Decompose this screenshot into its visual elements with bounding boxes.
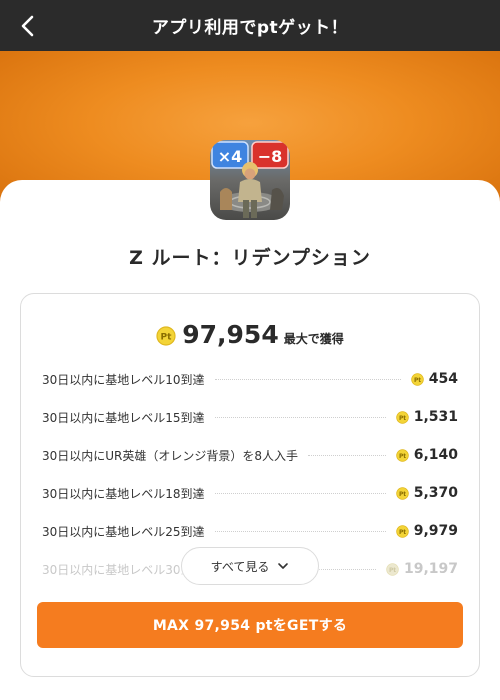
pt-coin-icon: Pt bbox=[386, 562, 399, 576]
pt-coin-icon: Pt bbox=[411, 372, 424, 386]
task-label: 30日以内に基地レベル15到達 bbox=[42, 410, 205, 425]
dotted-leader bbox=[214, 492, 386, 494]
dotted-leader bbox=[214, 530, 386, 532]
chevron-left-icon bbox=[21, 15, 34, 37]
task-points-value: 19,197 bbox=[403, 561, 458, 577]
task-row: 30日以内に基地レベル18到達 Pt 5,370 bbox=[42, 474, 458, 512]
task-points-value: 6,140 bbox=[413, 447, 458, 463]
total-points: Pt 97,954 最大で獲得 bbox=[0, 320, 500, 349]
task-points: Pt 9,979 bbox=[395, 523, 458, 539]
task-points-value: 1,531 bbox=[413, 409, 458, 425]
task-points: Pt 6,140 bbox=[395, 447, 458, 463]
page-title: アプリ利用でptゲット！ bbox=[151, 18, 349, 38]
task-points: Pt 5,370 bbox=[395, 485, 458, 501]
task-points-value: 5,370 bbox=[413, 485, 458, 501]
task-label: 30日以内に基地レベル18到達 bbox=[42, 486, 205, 501]
pt-coin-icon: Pt bbox=[395, 486, 409, 500]
pt-coin-icon: Pt bbox=[395, 524, 409, 538]
app-name: Z ルート：リデンプション bbox=[129, 247, 371, 269]
task-row: 30日以内に基地レベル10到達 Pt 454 bbox=[42, 360, 458, 398]
task-label: 30日以内に基地レベル25到達 bbox=[42, 524, 205, 539]
pt-coin-icon: Pt bbox=[156, 326, 176, 346]
task-points: Pt 1,531 bbox=[395, 409, 458, 425]
pt-coin-icon: Pt bbox=[395, 410, 409, 424]
dotted-leader bbox=[308, 454, 386, 456]
task-row: 30日以内に基地レベル25到達 Pt 9,979 bbox=[42, 512, 458, 550]
svg-text:−8: −8 bbox=[258, 147, 283, 166]
task-points-value: 454 bbox=[428, 371, 458, 387]
svg-text:Pt: Pt bbox=[399, 529, 406, 535]
task-points: Pt 19,197 bbox=[386, 561, 458, 577]
svg-text:Pt: Pt bbox=[399, 415, 406, 421]
dotted-leader bbox=[214, 416, 386, 418]
total-points-value: 97,954 bbox=[182, 320, 279, 349]
task-points-value: 9,979 bbox=[413, 523, 458, 539]
app-icon: ×4 −8 bbox=[210, 140, 290, 220]
svg-text:Pt: Pt bbox=[161, 333, 173, 343]
svg-text:Pt: Pt bbox=[414, 377, 421, 383]
header-bar: アプリ利用でptゲット！ bbox=[0, 0, 500, 51]
task-row: 30日以内に基地レベル15到達 Pt 1,531 bbox=[42, 398, 458, 436]
pt-coin-icon: Pt bbox=[395, 448, 409, 462]
see-all-button[interactable]: すべて見る bbox=[181, 547, 319, 585]
svg-text:Pt: Pt bbox=[389, 567, 396, 573]
dotted-leader bbox=[214, 378, 401, 380]
svg-text:Pt: Pt bbox=[399, 453, 406, 459]
see-all-label: すべて見る bbox=[210, 559, 270, 574]
back-button[interactable] bbox=[14, 12, 42, 40]
task-label: 30日以内に基地レベル10到達 bbox=[42, 372, 205, 387]
task-label: 30日以内にUR英雄（オレンジ背景）を8人入手 bbox=[42, 448, 299, 463]
total-points-suffix: 最大で獲得 bbox=[283, 332, 344, 346]
svg-text:×4: ×4 bbox=[218, 147, 243, 166]
get-points-button[interactable]: MAX 97,954 ptをGETする bbox=[37, 602, 463, 648]
chevron-down-icon bbox=[278, 563, 289, 569]
task-row: 30日以内にUR英雄（オレンジ背景）を8人入手 Pt 6,140 bbox=[42, 436, 458, 474]
svg-text:Pt: Pt bbox=[399, 491, 406, 497]
task-points: Pt 454 bbox=[411, 371, 458, 387]
